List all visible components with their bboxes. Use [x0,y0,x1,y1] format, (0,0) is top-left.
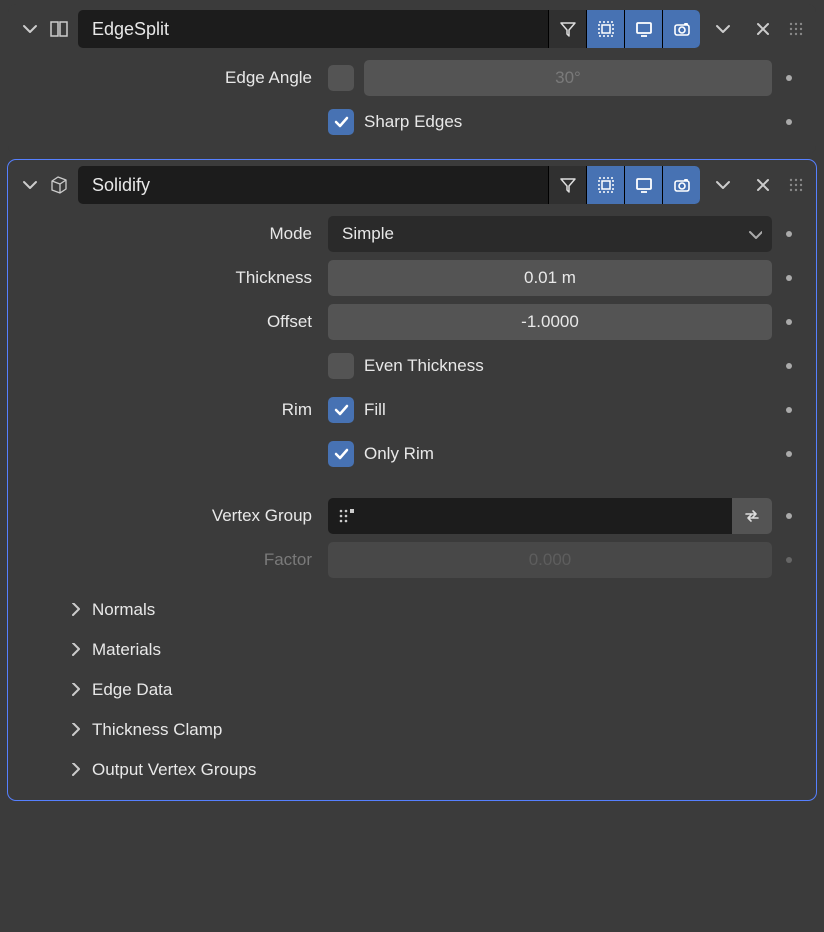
mode-dropdown[interactable]: Simple [328,216,772,252]
toggle-cage[interactable] [586,10,624,48]
collapse-toggle[interactable] [20,21,40,37]
subpanel-normals[interactable]: Normals [28,590,796,630]
pin-icon[interactable] [782,231,796,237]
toggle-render[interactable] [662,166,700,204]
edge-angle-checkbox[interactable] [328,65,354,91]
drag-handle-icon[interactable] [786,177,806,193]
pin-icon[interactable] [782,407,796,413]
rim-fill-label: Fill [364,400,772,420]
offset-label: Offset [28,312,318,332]
subpanel-edge-data[interactable]: Edge Data [28,670,796,710]
pin-icon [782,557,796,563]
sharp-edges-checkbox[interactable] [328,109,354,135]
pin-icon[interactable] [782,319,796,325]
pin-icon[interactable] [782,363,796,369]
modifier-name-text: EdgeSplit [92,19,169,40]
rim-fill-checkbox[interactable] [328,397,354,423]
edge-angle-label: Edge Angle [28,68,318,88]
chevron-right-icon [68,723,82,737]
sharp-edges-label: Sharp Edges [364,112,772,132]
toggle-editmode[interactable] [548,166,586,204]
thickness-field[interactable]: 0.01 m [328,260,772,296]
chevron-down-icon [748,227,762,241]
modifier-menu-button[interactable] [706,12,740,46]
pin-icon[interactable] [782,75,796,81]
chevron-right-icon [68,683,82,697]
only-rim-checkbox[interactable] [328,441,354,467]
modifier-name-field[interactable]: Solidify [78,166,700,204]
pin-icon[interactable] [782,513,796,519]
vertex-group-label: Vertex Group [28,506,318,526]
even-thickness-label: Even Thickness [364,356,772,376]
chevron-right-icon [68,763,82,777]
chevron-right-icon [68,643,82,657]
pin-icon[interactable] [782,119,796,125]
subpanel-output-vertex-groups[interactable]: Output Vertex Groups [28,750,796,790]
toggle-viewport[interactable] [624,166,662,204]
only-rim-label: Only Rim [364,444,772,464]
vertex-group-field[interactable] [328,498,732,534]
vertex-group-icon [338,507,354,525]
mode-label: Mode [28,224,318,244]
modifier-close-button[interactable] [746,12,780,46]
toggle-render[interactable] [662,10,700,48]
toggle-editmode[interactable] [548,10,586,48]
solidify-icon [46,175,72,195]
thickness-label: Thickness [28,268,318,288]
collapse-toggle[interactable] [20,177,40,193]
subpanel-thickness-clamp[interactable]: Thickness Clamp [28,710,796,750]
modifier-close-button[interactable] [746,168,780,202]
modifier-name-field[interactable]: EdgeSplit [78,10,700,48]
modifier-panel-edgesplit: EdgeSplit Edge Angle 30° Sharp Edges [8,4,816,154]
pin-icon[interactable] [782,275,796,281]
toggle-cage[interactable] [586,166,624,204]
modifier-menu-button[interactable] [706,168,740,202]
pin-icon[interactable] [782,451,796,457]
edge-angle-value[interactable]: 30° [364,60,772,96]
vertex-group-invert-button[interactable] [732,498,772,534]
subpanel-materials[interactable]: Materials [28,630,796,670]
rim-label: Rim [28,400,318,420]
factor-field: 0.000 [328,542,772,578]
chevron-right-icon [68,603,82,617]
even-thickness-checkbox[interactable] [328,353,354,379]
toggle-viewport[interactable] [624,10,662,48]
drag-handle-icon[interactable] [786,21,806,37]
swap-icon [743,507,761,525]
edgesplit-icon [46,20,72,38]
offset-field[interactable]: -1.0000 [328,304,772,340]
factor-label: Factor [28,550,318,570]
modifier-name-text: Solidify [92,175,150,196]
modifier-panel-solidify: Solidify Mode Simple Thickness 0.01 m [8,160,816,800]
